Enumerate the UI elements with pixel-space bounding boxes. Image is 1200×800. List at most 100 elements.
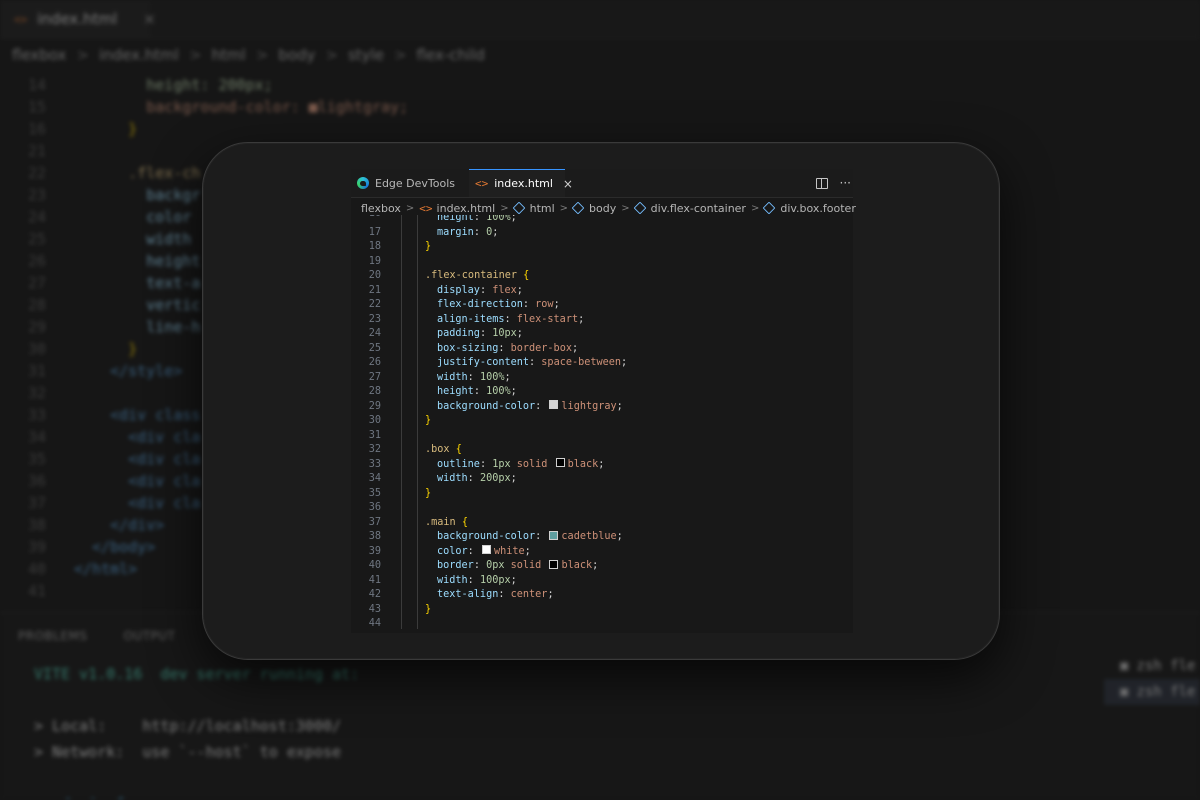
code-line-text: height: 100%;	[437, 215, 517, 226]
code-token: :	[473, 215, 487, 223]
code-line-text: padding: 10px;	[437, 327, 523, 342]
background-code-text: <div cla	[74, 450, 201, 468]
code-line: 25 box-sizing: border-box;	[351, 342, 853, 357]
code-token: }	[425, 415, 432, 426]
code-token: row	[535, 299, 554, 310]
code-line: 27 width: 100%;	[351, 371, 853, 386]
code-line-text: height: 100%;	[437, 385, 517, 400]
code-token: lightgray	[561, 400, 617, 412]
code-token: flex	[492, 284, 517, 296]
code-editor: Edge DevTools <> index.html × ··· flexbo…	[351, 169, 856, 633]
code-token: align-items	[437, 313, 505, 325]
code-token: ;	[504, 371, 511, 383]
code-token: 200px	[479, 473, 511, 484]
code-token: ;	[598, 458, 605, 470]
line-number: 35	[368, 487, 381, 499]
chevron-right-icon: >	[188, 46, 202, 64]
code-token: :	[473, 226, 487, 238]
code-token: solid	[510, 560, 542, 571]
line-number: 32	[27, 384, 46, 402]
line-number: 34	[368, 473, 381, 484]
background-tab: <> index.html ×	[0, 0, 156, 38]
background-panel-tab: PROBLEMS	[18, 629, 88, 643]
tab-index-html[interactable]: <> index.html ×	[469, 169, 573, 197]
line-number: 31	[27, 362, 46, 380]
line-number: 33	[27, 406, 46, 424]
minimap[interactable]	[845, 215, 853, 629]
code-line-text: align-items: flex-start;	[437, 313, 584, 328]
code-area[interactable]: 16height: 100%;17margin: 0;18}1920.flex-…	[351, 215, 853, 629]
line-number: 26	[27, 252, 46, 270]
color-swatch[interactable]	[549, 400, 559, 409]
background-code-text: .flex-ch	[74, 164, 201, 182]
code-token: :	[504, 313, 517, 325]
code-token: ;	[592, 560, 599, 571]
breadcrumb-root[interactable]: flexbox	[361, 202, 401, 215]
code-token: ;	[571, 342, 579, 354]
color-swatch[interactable]	[555, 458, 565, 467]
code-token: :	[498, 342, 511, 354]
line-number: 23	[368, 313, 381, 325]
breadcrumb-item[interactable]: div.flex-container	[633, 202, 746, 215]
breadcrumb-file-label: index.html	[436, 201, 496, 215]
line-number: 22	[368, 299, 381, 310]
line-number: 44	[368, 618, 381, 629]
code-line: 33 outline: 1px solid black;	[351, 458, 853, 473]
color-swatch[interactable]	[549, 530, 559, 540]
close-icon[interactable]: ×	[563, 177, 573, 191]
code-line-text: }	[425, 414, 431, 429]
edge-icon	[357, 177, 369, 189]
background-code-text: background-color: ■lightgray;	[74, 98, 409, 116]
split-editor-icon[interactable]	[815, 177, 828, 189]
more-actions-icon[interactable]: ···	[840, 177, 851, 189]
line-number: 30	[368, 415, 381, 426]
code-token: 1px	[492, 458, 511, 470]
code-token: }	[425, 487, 432, 499]
code-line: 36	[351, 501, 853, 516]
code-token: :	[535, 400, 548, 412]
line-number: 18	[368, 241, 381, 252]
breadcrumb-item[interactable]: div.box.footer	[762, 201, 856, 215]
code-line-text: width: 100px;	[437, 574, 517, 589]
line-number: 27	[27, 274, 46, 292]
line-number: 24	[27, 208, 46, 226]
code-token: cadetblue	[561, 531, 617, 542]
cube-icon	[762, 201, 776, 215]
line-number: 29	[27, 318, 46, 336]
background-breadcrumb-item: flexbox	[12, 46, 67, 64]
code-line-text: background-color: cadetblue;	[437, 530, 623, 545]
code-token: 100%	[486, 386, 511, 397]
background-code-text: <div class	[74, 406, 201, 424]
code-token: ;	[510, 574, 517, 586]
code-token: .main	[425, 516, 456, 528]
breadcrumb-file[interactable]: <> index.html	[419, 202, 495, 215]
code-token: :	[473, 560, 487, 571]
tab-edge-devtools[interactable]: Edge DevTools	[351, 169, 465, 197]
line-number: 38	[27, 516, 46, 534]
color-swatch[interactable]	[549, 559, 559, 569]
code-line: 22 flex-direction: row;	[351, 298, 853, 313]
code-token: ;	[516, 328, 523, 339]
code-line: 39 color: white;	[351, 545, 853, 560]
code-token: :	[479, 328, 493, 339]
code-token: :	[467, 545, 480, 557]
code-line-text: .flex-container {	[425, 269, 529, 284]
line-number: 16	[351, 215, 381, 222]
code-line: 32 .box {	[351, 443, 853, 458]
breadcrumb-item-label: html	[529, 201, 555, 215]
background-code-text: color	[74, 208, 192, 226]
line-number: 30	[27, 340, 46, 358]
line-number: 15	[27, 98, 46, 116]
terminal-line: ready in few...	[34, 791, 359, 800]
line-number: 39	[368, 545, 381, 557]
chevron-right-icon: >	[76, 46, 89, 64]
color-swatch[interactable]	[481, 545, 491, 554]
line-number: 41	[27, 582, 46, 600]
breadcrumb-item[interactable]: html	[512, 201, 555, 215]
code-line-text: box-sizing: border-box;	[437, 342, 578, 357]
code-line-text: .main {	[425, 516, 468, 531]
breadcrumb-item[interactable]: body	[571, 202, 616, 215]
background-code-text: </div>	[74, 516, 165, 534]
